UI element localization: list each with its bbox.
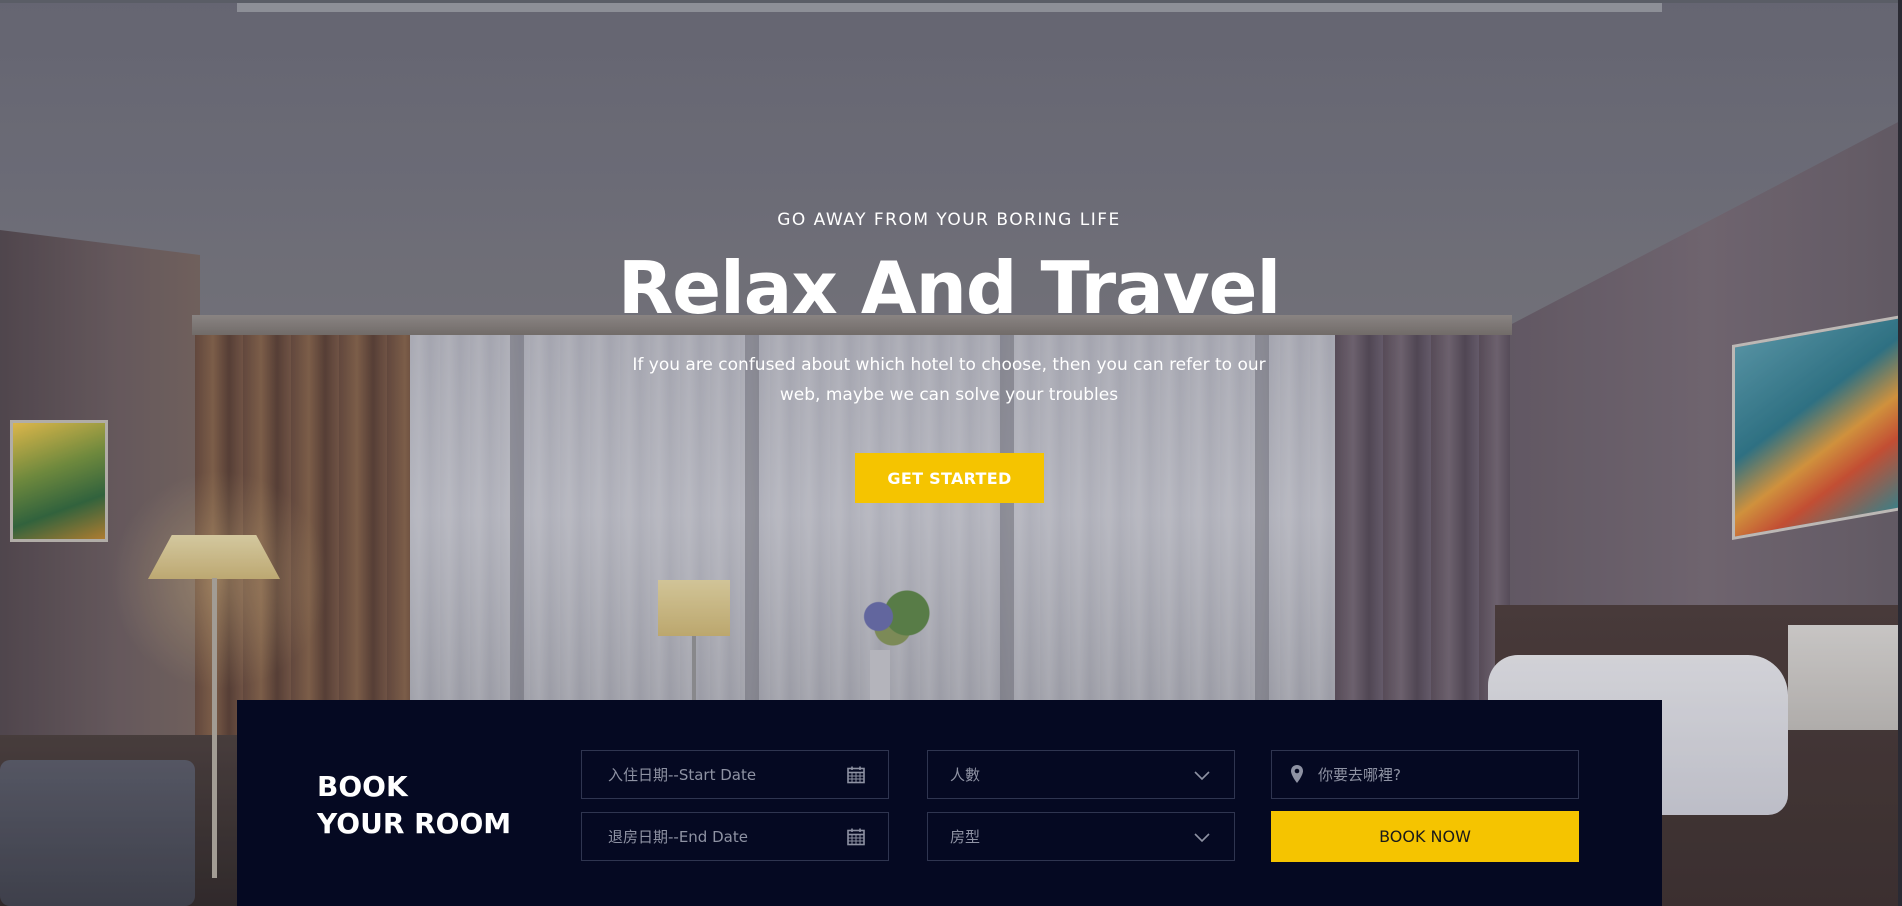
guests-placeholder: 人數 bbox=[950, 766, 981, 784]
start-date-field[interactable]: 入住日期--Start Date bbox=[581, 750, 889, 799]
scrollbar-edge bbox=[1898, 0, 1902, 906]
calendar-icon bbox=[847, 766, 865, 784]
start-date-placeholder: 入住日期--Start Date bbox=[608, 766, 757, 784]
booking-title-line1: BOOK bbox=[317, 770, 408, 803]
end-date-placeholder: 退房日期--End Date bbox=[608, 828, 748, 846]
nav-bar-strip bbox=[237, 3, 1662, 12]
room-type-placeholder: 房型 bbox=[950, 828, 981, 846]
get-started-button[interactable]: GET STARTED bbox=[855, 453, 1044, 503]
map-pin-icon bbox=[1291, 765, 1303, 783]
chevron-down-icon bbox=[1194, 833, 1210, 843]
end-date-field[interactable]: 退房日期--End Date bbox=[581, 812, 889, 861]
book-now-button[interactable]: BOOK NOW bbox=[1271, 811, 1579, 862]
calendar-icon bbox=[847, 828, 865, 846]
guests-select[interactable]: 人數 bbox=[927, 750, 1235, 799]
room-type-select[interactable]: 房型 bbox=[927, 812, 1235, 861]
destination-placeholder: 你要去哪裡? bbox=[1318, 766, 1401, 784]
destination-input[interactable]: 你要去哪裡? bbox=[1271, 750, 1579, 799]
hero-section: GO AWAY FROM YOUR BORING LIFE Relax And … bbox=[0, 0, 1902, 906]
booking-bar: BOOK YOUR ROOM 入住日期--Start Date 退房日期--En… bbox=[237, 700, 1662, 906]
booking-title-line2: YOUR ROOM bbox=[317, 807, 512, 840]
hero-subtitle: If you are confused about which hotel to… bbox=[632, 355, 1266, 405]
chevron-down-icon bbox=[1194, 771, 1210, 781]
hero-eyebrow: GO AWAY FROM YOUR BORING LIFE bbox=[777, 210, 1121, 230]
hero-title: Relax And Travel bbox=[617, 246, 1281, 330]
booking-title: BOOK YOUR ROOM bbox=[317, 768, 511, 842]
